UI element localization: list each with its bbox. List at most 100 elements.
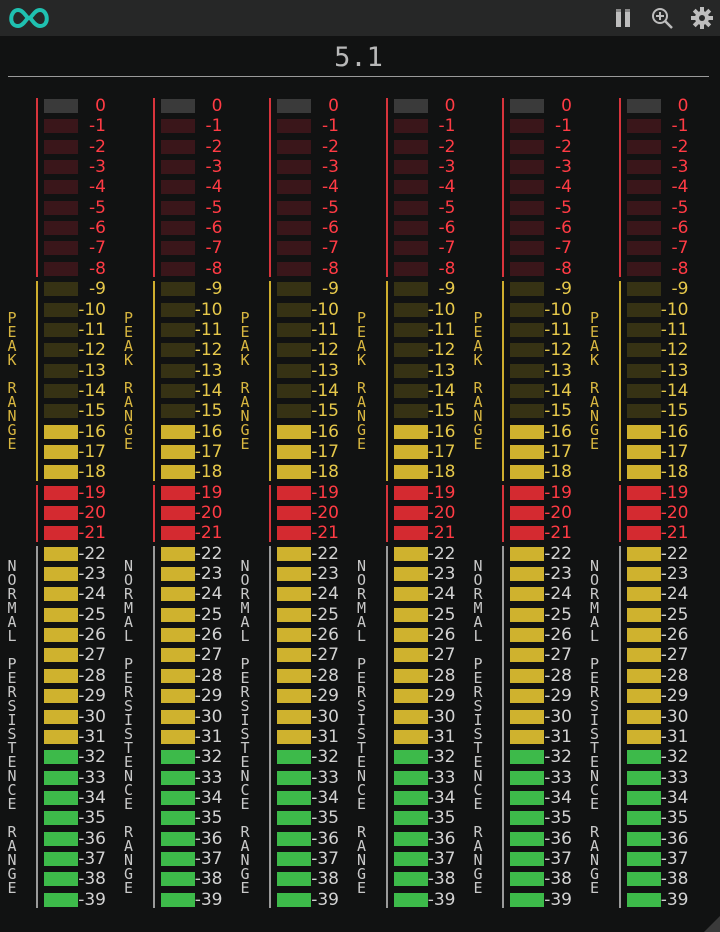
db-scale-label: -9 xyxy=(671,279,689,300)
db-scale-label: -5 xyxy=(205,197,223,218)
db-scale-label: -21 xyxy=(544,523,572,544)
db-scale-label: -26 xyxy=(544,625,572,646)
db-scale-label: -32 xyxy=(311,747,339,768)
db-scale-label: 0 xyxy=(561,96,572,116)
gear-icon[interactable] xyxy=(690,6,714,30)
db-scale-label: -2 xyxy=(205,136,223,157)
db-scale-label: -31 xyxy=(194,726,223,747)
db-scale-label: -15 xyxy=(544,401,572,422)
db-scale-label: -13 xyxy=(194,360,223,381)
db-scale-label: -2 xyxy=(322,136,339,157)
normal-persistence-side-label: NORMAL PERSISTENCE RANGE xyxy=(7,556,17,897)
db-scale-label: -6 xyxy=(322,218,339,239)
db-scale-label: -9 xyxy=(205,279,223,300)
db-scale-label: -13 xyxy=(78,360,106,381)
db-scale-label: -36 xyxy=(311,828,339,849)
db-scale-label: -19 xyxy=(660,482,689,503)
db-scale-label: -8 xyxy=(671,258,689,279)
db-scale-label: -17 xyxy=(544,441,572,462)
db-scale-label: -36 xyxy=(194,828,223,849)
db-scale-label: -18 xyxy=(660,462,689,483)
db-scale-label: -20 xyxy=(544,503,572,523)
db-scale-label: -17 xyxy=(311,441,339,462)
db-scale-label: -4 xyxy=(555,177,572,198)
db-scale-label: -11 xyxy=(311,319,339,340)
normal-persistence-side-label: NORMAL PERSISTENCE RANGE xyxy=(589,556,600,897)
db-scale-label: -23 xyxy=(544,564,572,585)
db-scale-label: -32 xyxy=(544,747,572,768)
db-scale-label: -34 xyxy=(660,787,689,808)
db-scale-label: -16 xyxy=(78,421,106,442)
db-scale-label: -30 xyxy=(311,706,339,727)
db-scale-label: -25 xyxy=(311,604,339,625)
resize-handle[interactable] xyxy=(704,916,720,932)
level-meters: PEAK RANGENORMAL PERSISTENCE R A N G E 0 -1 -2-… xyxy=(0,96,720,916)
db-scale-label: -16 xyxy=(660,421,689,442)
db-scale-label: -23 xyxy=(78,564,106,585)
db-scale-label: -39 xyxy=(311,889,339,910)
range-bracket-line xyxy=(385,98,388,278)
db-scale-label: -29 xyxy=(311,686,339,707)
toolbar xyxy=(0,0,720,36)
db-scale-label: -31 xyxy=(660,726,689,747)
db-scale-label: -19 xyxy=(78,482,106,503)
db-scale-label: -7 xyxy=(438,238,456,259)
range-bracket-line xyxy=(618,484,621,542)
db-scale-label: -3 xyxy=(555,157,572,178)
db-scale-label: -2 xyxy=(671,136,689,157)
db-scale-label: -31 xyxy=(311,726,339,747)
infinity-logo-icon[interactable] xyxy=(4,4,54,32)
db-scale-label: -6 xyxy=(671,218,689,239)
db-scale-label: -13 xyxy=(544,360,572,381)
db-scale-label: -24 xyxy=(427,584,456,605)
db-scale-label: -14 xyxy=(427,380,456,401)
db-scale-label: -22 xyxy=(660,543,689,564)
db-scale-label: -18 xyxy=(194,462,223,483)
range-bracket-line xyxy=(385,484,388,542)
db-scale-label: -16 xyxy=(194,421,223,442)
db-scale-label: -27 xyxy=(427,645,456,666)
db-scale-label: -23 xyxy=(660,564,689,585)
db-scale-label: -27 xyxy=(311,645,339,666)
zoom-in-icon[interactable] xyxy=(650,6,674,30)
db-scale-label: -4 xyxy=(205,177,223,198)
db-scale-label: -35 xyxy=(194,808,223,829)
db-scale-label: -22 xyxy=(427,543,456,564)
db-scale-label: -1 xyxy=(322,116,339,137)
db-scale-label: -33 xyxy=(194,767,223,788)
normal-persistence-side-label: NORMAL PERSISTENCE RANGE xyxy=(123,556,134,897)
db-scale-label: -9 xyxy=(438,279,456,300)
peak-range-side-label: PEAK RANGE xyxy=(7,308,17,453)
db-scale-label: -35 xyxy=(544,808,572,829)
db-scale-label: -17 xyxy=(660,441,689,462)
channel-format-title: 5.1 xyxy=(334,42,383,73)
db-scale-label: -13 xyxy=(660,360,689,381)
db-scale-label: -7 xyxy=(205,238,223,259)
range-bracket-line xyxy=(385,545,388,908)
db-scale-label: -19 xyxy=(427,482,456,503)
db-scale-label: -39 xyxy=(194,889,223,910)
normal-persistence-side-label: NORMAL PERSISTENCE RANGE xyxy=(473,556,483,897)
db-scale-label: -4 xyxy=(438,177,456,198)
db-scale-label: -11 xyxy=(427,319,456,340)
db-scale-label: -7 xyxy=(555,238,572,259)
peak-range-side-label: PEAK RANGE xyxy=(473,308,483,453)
range-bracket-line xyxy=(152,98,155,278)
range-bracket-line xyxy=(36,545,38,908)
db-scale-label: -37 xyxy=(78,848,106,869)
db-scale-label: -32 xyxy=(78,747,106,768)
db-scale-label: -14 xyxy=(660,380,689,401)
range-bracket-line xyxy=(36,98,38,278)
db-scale-label: -38 xyxy=(660,869,689,890)
db-scale-label: -7 xyxy=(322,238,339,259)
pause-icon[interactable] xyxy=(611,6,635,30)
title-bar: 5.1 xyxy=(8,38,709,77)
db-scale-label: -30 xyxy=(427,706,456,727)
range-bracket-line xyxy=(36,281,38,481)
db-scale-label: -34 xyxy=(78,787,106,808)
db-scale-label: -34 xyxy=(427,787,456,808)
db-scale-label: -7 xyxy=(89,238,106,259)
db-scale-label: -26 xyxy=(660,625,689,646)
db-scale-label: -35 xyxy=(660,808,689,829)
range-bracket-line xyxy=(385,281,388,481)
